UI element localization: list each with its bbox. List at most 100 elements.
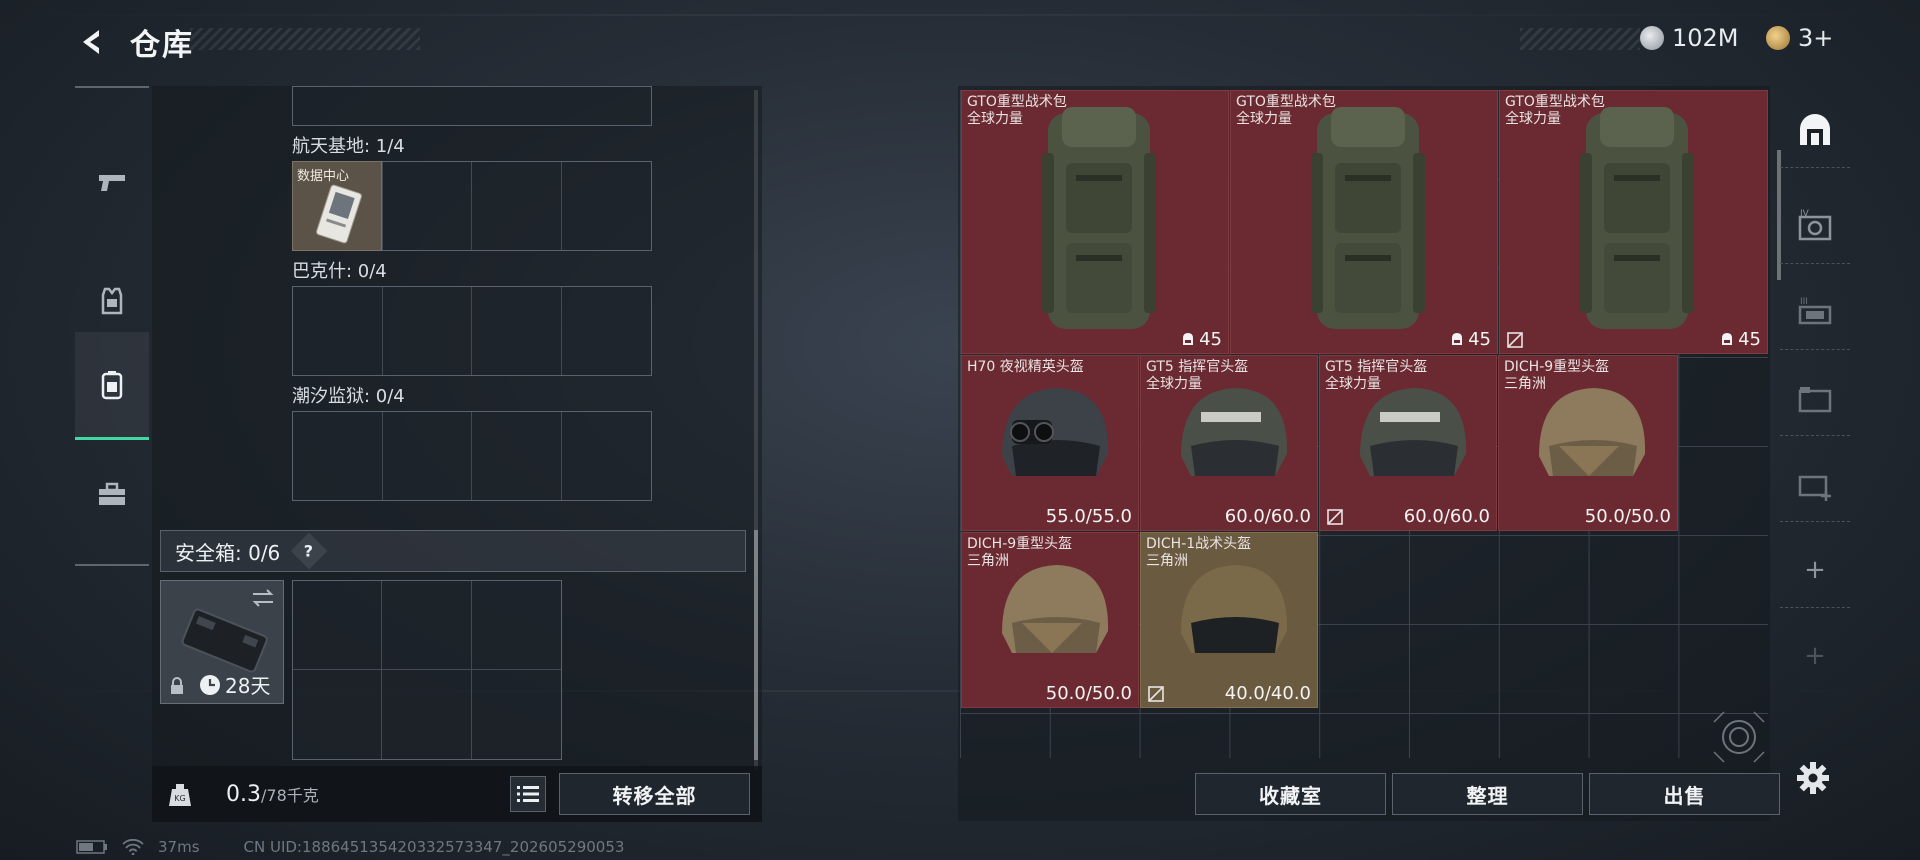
currency-silver: 102M: [1640, 24, 1739, 52]
silver-coin-icon: [1640, 26, 1664, 50]
list-icon: [517, 786, 539, 802]
stash-ii-icon: [1798, 386, 1832, 412]
section-label-aerospace: 航天基地: 1/4: [292, 136, 405, 157]
inventory-item-backpack[interactable]: GTO重型战术包 全球力量 45: [1230, 90, 1498, 354]
status-bar: 37ms CN UID:18864513542033257​3347_20260…: [76, 838, 624, 856]
stash-home-icon: [1800, 113, 1830, 145]
help-button[interactable]: ?: [290, 532, 328, 570]
keycard-icon: [316, 184, 362, 244]
inventory-item-backpack[interactable]: GTO重型战术包 全球力量 45: [961, 90, 1229, 354]
inventory-item-helmet[interactable]: GT5 指挥官头盔 全球力量 60.0/60.0: [1319, 355, 1497, 531]
stash-tab-iv[interactable]: IV: [1780, 188, 1850, 264]
item-durability: 45: [1449, 329, 1491, 350]
stash-tab-iii[interactable]: III: [1780, 274, 1850, 350]
item-name: DICH-1战术头盔 三角洲: [1146, 536, 1252, 569]
add-stash-button-disabled: +: [1780, 618, 1850, 694]
pistol-icon: [99, 175, 125, 191]
item-name: H70 夜视精英头盔: [967, 359, 1084, 375]
ping-value: 37ms: [158, 838, 200, 856]
inventory-item-backpack[interactable]: GTO重型战术包 全球力量 45: [1499, 90, 1768, 354]
safebox-grid[interactable]: [292, 580, 562, 760]
stash-add-icon: [1798, 475, 1831, 501]
stash-iii-icon: III: [1798, 297, 1832, 324]
helmet-image: [1539, 388, 1646, 476]
title-decoration: [190, 28, 420, 50]
section-label-tidal-prison: 潮汐监狱: 0/4: [292, 386, 405, 407]
item-name: DICH-9重型头盔 三角洲: [1504, 359, 1610, 392]
toolbox-icon: [99, 482, 125, 505]
non-tradeable-icon: [1327, 509, 1343, 525]
inventory-item-helmet[interactable]: DICH-1战术头盔 三角洲 40.0/40.0: [1140, 532, 1318, 708]
back-button[interactable]: [72, 22, 112, 62]
stash-iv-icon: IV: [1798, 209, 1832, 240]
stash-tab-add[interactable]: [1780, 446, 1850, 522]
safebox-timer: 28天: [199, 670, 270, 699]
lock-icon: [171, 677, 183, 694]
capacity-icon: [1183, 333, 1194, 345]
collection-room-button[interactable]: 收藏室: [1195, 773, 1386, 815]
capacity-icon: [1722, 333, 1733, 345]
stash-tab-home[interactable]: [1780, 92, 1850, 168]
helmet-image: [1002, 388, 1109, 476]
data-center-card[interactable]: 数据中心: [292, 161, 382, 251]
left-tab-rail: [75, 86, 149, 566]
plus-icon: +: [1804, 554, 1826, 585]
safe-case-icon: [181, 608, 268, 673]
item-durability: 55.0/55.0: [1045, 506, 1132, 527]
swap-icon[interactable]: [251, 587, 275, 609]
item-durability: 50.0/50.0: [1045, 683, 1132, 704]
capacity-icon: [1452, 333, 1463, 345]
svg-text:KG: KG: [174, 794, 185, 803]
currency-gold[interactable]: 3+: [1766, 24, 1833, 52]
storage-grid-bakhsh[interactable]: [292, 286, 652, 376]
uid-text: CN UID:18864513542033257​3347_2026052900…: [243, 838, 625, 856]
tab-backpack[interactable]: [75, 332, 149, 440]
storage-scrollbar-thumb[interactable]: [754, 530, 758, 760]
storage-grid-tidal-prison[interactable]: [292, 411, 652, 501]
safebox-label: 安全箱: 0/6: [175, 540, 281, 565]
helmet-image: [1181, 388, 1288, 476]
safebox-header: 安全箱: 0/6 ?: [160, 530, 746, 572]
item-durability: 45: [1719, 329, 1761, 350]
weight-icon: KG: [169, 784, 191, 806]
add-stash-button[interactable]: +: [1780, 532, 1850, 608]
list-view-button[interactable]: [510, 776, 546, 812]
sort-button[interactable]: 整理: [1392, 773, 1583, 815]
clock-icon: [200, 674, 220, 695]
svg-text:IV: IV: [1800, 209, 1810, 219]
back-arrow-icon: [83, 30, 99, 54]
helmet-image: [1002, 565, 1109, 653]
helmet-image: [1360, 388, 1467, 476]
backpack-image: [1042, 107, 1156, 329]
backpack-image: [1311, 107, 1425, 329]
joystick-target-icon: [1713, 711, 1765, 763]
item-name: GTO重型战术包 全球力量: [1505, 94, 1605, 127]
currency-silver-value: 102M: [1672, 24, 1739, 52]
weight-readout: 0.3/78千克: [226, 782, 319, 807]
item-durability: 45: [1180, 329, 1222, 350]
tab-tools[interactable]: [75, 440, 149, 548]
armor-vest-icon: [101, 287, 123, 315]
right-tab-rail: IV III + +: [1780, 92, 1850, 732]
non-tradeable-icon: [1148, 686, 1164, 702]
inventory-item-helmet[interactable]: DICH-9重型头盔 三角洲 50.0/50.0: [961, 532, 1139, 708]
safebox-item[interactable]: 28天: [160, 580, 284, 704]
item-name: GT5 指挥官头盔 全球力量: [1325, 359, 1428, 392]
item-name: GTO重型战术包 全球力量: [1236, 94, 1336, 127]
inventory-item-helmet[interactable]: DICH-9重型头盔 三角洲 50.0/50.0: [1498, 355, 1678, 531]
inventory-item-helmet[interactable]: GT5 指挥官头盔 全球力量 60.0/60.0: [1140, 355, 1318, 531]
gold-coin-icon: [1766, 26, 1790, 50]
item-durability: 40.0/40.0: [1224, 683, 1311, 704]
inventory-item-helmet[interactable]: H70 夜视精英头盔 55.0/55.0: [961, 355, 1139, 531]
settings-gear-icon[interactable]: [1795, 760, 1831, 796]
tab-weapons[interactable]: [75, 128, 149, 236]
transfer-all-button[interactable]: 转移全部: [559, 773, 750, 815]
safebox-timer-value: 28天: [225, 674, 271, 698]
stash-tab-ii[interactable]: [1780, 360, 1850, 436]
item-name: DICH-9重型头盔 三角洲: [967, 536, 1073, 569]
currency-decoration: [1520, 28, 1640, 50]
item-durability: 50.0/50.0: [1584, 506, 1671, 527]
weight-value: 0.3: [226, 782, 261, 807]
item-name: GT5 指挥官头盔 全球力量: [1146, 359, 1249, 392]
sell-button[interactable]: 出售: [1589, 773, 1780, 815]
